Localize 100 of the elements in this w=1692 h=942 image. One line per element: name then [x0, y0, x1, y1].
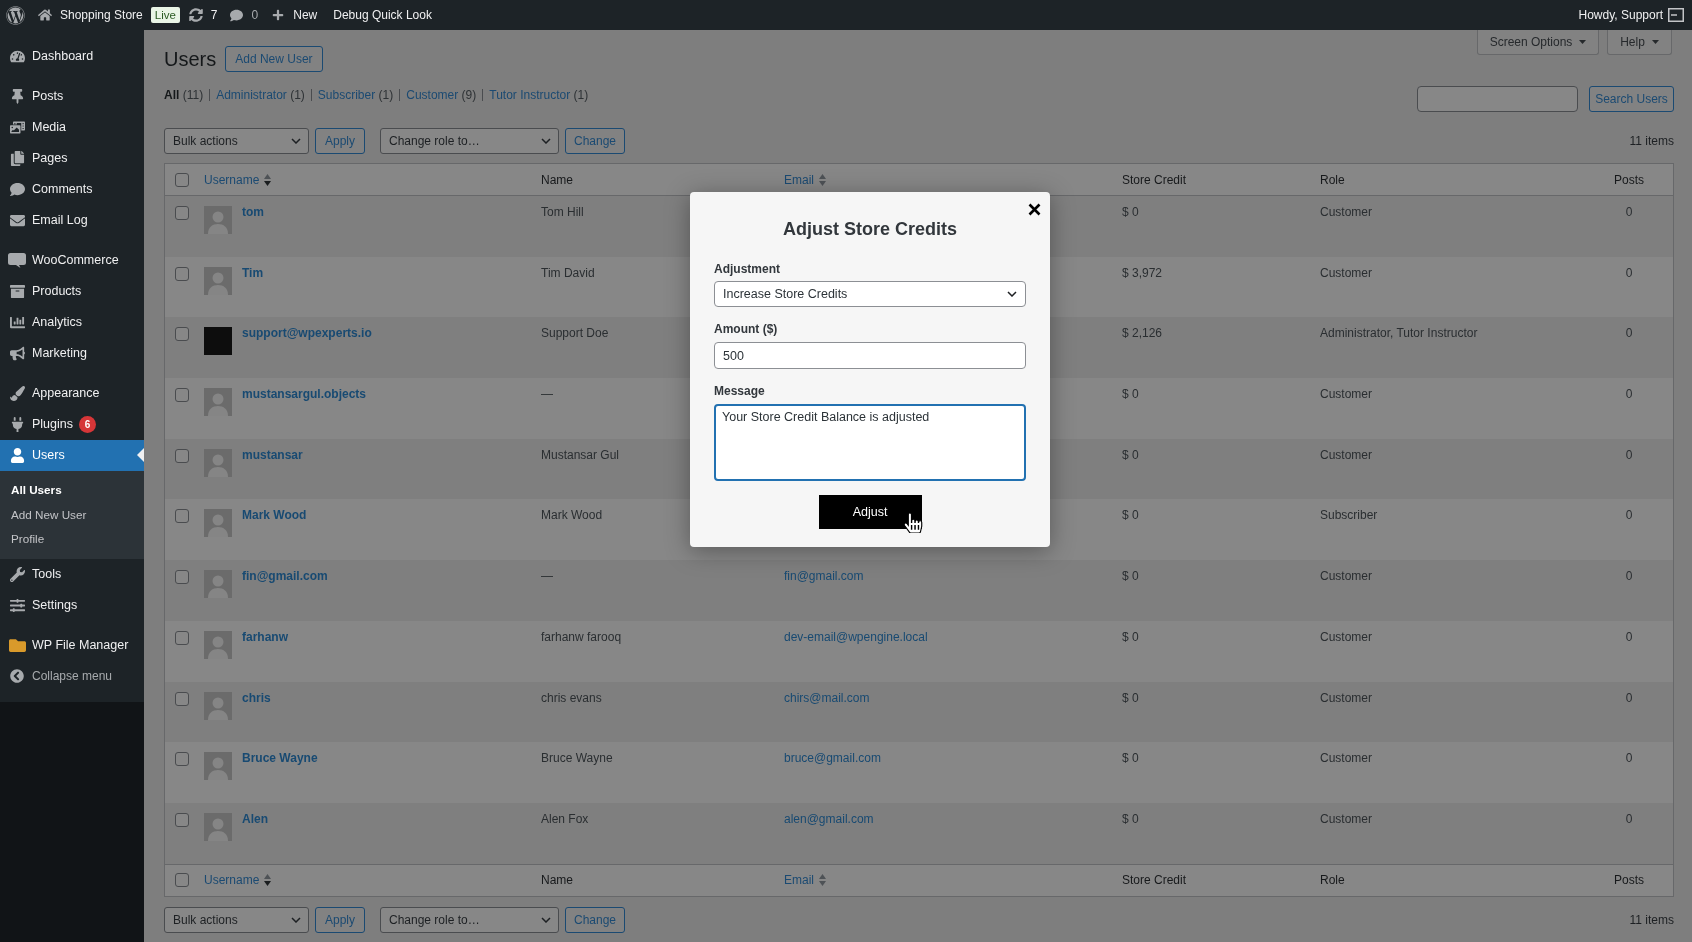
bulk-actions-select[interactable]: Bulk actions	[164, 906, 309, 933]
column-header-label: Store Credit	[1122, 872, 1187, 890]
checkbox[interactable]	[175, 812, 189, 827]
search-input[interactable]	[1417, 86, 1578, 112]
sidebar-item[interactable]: Settings	[0, 589, 144, 621]
profile-link[interactable]: tom	[242, 204, 264, 221]
full-name-text: chris evans	[541, 689, 602, 707]
checkbox[interactable]	[175, 873, 189, 888]
filter-link[interactable]: All (11)	[164, 86, 204, 104]
submenu-item[interactable]: Add New User	[0, 502, 144, 527]
count-badge: 6	[79, 416, 96, 433]
column-header-label: Posts	[1614, 872, 1644, 890]
adjust-button[interactable]: Adjust	[818, 495, 922, 529]
help-button[interactable]: Help	[1607, 30, 1672, 55]
mail-address-link[interactable]: dev-email@wpengine.local	[784, 628, 928, 646]
submenu-item[interactable]: Profile	[0, 527, 144, 552]
profile-link[interactable]: farhanw	[242, 628, 288, 646]
sidebar-item[interactable]: WooCommerce	[0, 245, 144, 276]
apply-button[interactable]: Apply	[315, 128, 365, 154]
profile-link[interactable]: Mark Wood	[242, 507, 307, 525]
column-sort-link[interactable]: Username	[204, 871, 272, 890]
sidebar-item[interactable]: Email Log	[0, 205, 144, 236]
checkbox[interactable]	[175, 172, 189, 187]
mail-address-link[interactable]: alen@gmail.com	[784, 810, 874, 828]
profile-link[interactable]: Tim	[242, 264, 264, 282]
checkbox[interactable]	[175, 327, 189, 342]
filter-link[interactable]: Subscriber (1)	[317, 86, 394, 104]
hand-cursor-icon	[903, 513, 923, 533]
post-count-text: 0	[1625, 568, 1633, 586]
checkbox[interactable]	[175, 630, 189, 645]
apply-button[interactable]: Apply	[315, 906, 365, 933]
profile-link[interactable]: chris	[242, 689, 271, 707]
checkbox[interactable]	[175, 752, 189, 767]
column-header-label: Role	[1320, 171, 1345, 189]
change-button[interactable]: Change	[565, 906, 625, 933]
filter-link[interactable]: Administrator (1)	[216, 86, 305, 104]
logo-icon[interactable]	[5, 5, 25, 25]
megaphone-icon	[9, 346, 25, 361]
account-link[interactable]: Howdy, Support	[1578, 6, 1692, 24]
adjustment-select[interactable]: Increase Store Credits	[714, 281, 1026, 307]
wrench-icon	[9, 566, 25, 582]
checkbox[interactable]	[175, 509, 189, 524]
profile-link[interactable]: Alen	[242, 810, 268, 828]
column-sort-link[interactable]: Email	[784, 170, 826, 189]
profile-link[interactable]: mustansargul.objects	[242, 386, 367, 404]
mail-address-link[interactable]: chirs@mail.com	[784, 689, 870, 707]
mail-address-link[interactable]: bruce@gmail.com	[784, 750, 881, 768]
sidebar-item[interactable]: Analytics	[0, 307, 144, 338]
column-sort-link[interactable]: Email	[784, 871, 826, 890]
bulk-actions-select[interactable]: Bulk actions	[164, 128, 309, 154]
change-role-select[interactable]: Change role to…	[380, 906, 559, 933]
sidebar-item[interactable]: Pages	[0, 143, 144, 174]
folder-icon	[8, 636, 26, 654]
sidebar-item[interactable]: Appearance	[0, 378, 144, 409]
sidebar-item[interactable]: Marketing	[0, 338, 144, 369]
checkbox[interactable]	[175, 691, 189, 706]
sidebar-item[interactable]: Users	[0, 440, 144, 471]
column-sort-link[interactable]: Username	[204, 170, 272, 189]
checkbox[interactable]	[175, 266, 189, 281]
filter-link[interactable]: Customer (9)	[406, 86, 477, 104]
checkbox[interactable]	[175, 388, 189, 403]
sidebar-item[interactable]: Plugins 6	[0, 409, 144, 440]
sidebar-item[interactable]: Posts	[0, 81, 144, 112]
home-icon	[38, 8, 52, 22]
debug-link[interactable]: Debug Quick Look	[333, 6, 432, 24]
mail-address-link[interactable]: fin@gmail.com	[784, 568, 864, 586]
profile-link[interactable]: mustansar	[242, 446, 303, 464]
submenu-item[interactable]: All Users	[0, 478, 144, 503]
search-users-button[interactable]: Search Users	[1589, 86, 1674, 112]
sidebar-item[interactable]: WP File Manager	[0, 629, 144, 661]
circle-arrow-left-icon	[10, 669, 24, 683]
screen-options-button[interactable]: Screen Options	[1477, 30, 1599, 55]
profile-link[interactable]: fin@gmail.com	[242, 568, 328, 586]
comments-link[interactable]: 0	[229, 6, 259, 24]
message-textarea[interactable]: Your Store Credit Balance is adjusted	[714, 404, 1026, 481]
sidebar-item[interactable]: Products	[0, 276, 144, 307]
updates-link[interactable]: 7	[188, 6, 218, 24]
checkbox[interactable]	[175, 570, 189, 585]
change-button[interactable]: Change	[565, 128, 625, 154]
sidebar-item[interactable]: Tools	[0, 558, 144, 590]
site-name-link[interactable]: Shopping Store	[38, 6, 143, 24]
close-button[interactable]	[1027, 202, 1041, 216]
sidebar-item[interactable]: Dashboard	[0, 41, 144, 72]
filter-link[interactable]: Tutor Instructor (1)	[489, 86, 589, 104]
role-text: Customer	[1320, 204, 1372, 221]
amount-input[interactable]: 500	[714, 342, 1026, 369]
role-text: Customer	[1320, 568, 1372, 586]
plug-icon	[9, 417, 25, 432]
checkbox[interactable]	[175, 206, 189, 220]
change-role-select[interactable]: Change role to…	[380, 128, 559, 154]
post-count-text: 0	[1625, 689, 1633, 707]
new-content-link[interactable]: New	[272, 6, 318, 24]
collapse-menu-button[interactable]: Collapse menu	[0, 660, 144, 692]
add-new-user-button[interactable]: Add New User	[225, 46, 323, 72]
sidebar-item[interactable]: Comments	[0, 174, 144, 205]
profile-link[interactable]: support@wpexperts.io	[242, 325, 372, 343]
profile-link[interactable]: Bruce Wayne	[242, 750, 318, 768]
checkbox[interactable]	[175, 448, 189, 463]
chevron-down-icon	[541, 916, 551, 923]
sidebar-item[interactable]: Media	[0, 112, 144, 143]
